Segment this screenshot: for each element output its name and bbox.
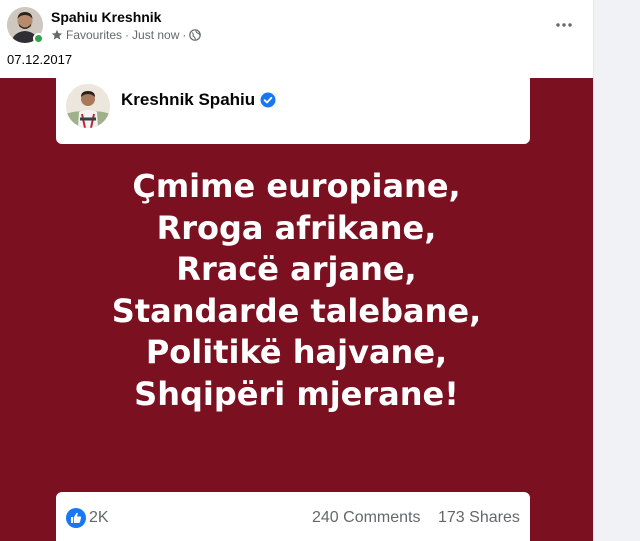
like-count: 2K bbox=[89, 509, 109, 526]
page: Spahiu Kreshnik Favourites · Just now · bbox=[0, 0, 640, 541]
like-thumb-icon bbox=[66, 508, 86, 528]
embedded-avatar bbox=[66, 84, 110, 128]
poster-line-3: Rracë arjane, bbox=[176, 250, 417, 288]
embedded-post-header: Kreshnik Spahiu bbox=[56, 78, 530, 144]
more-options-button[interactable] bbox=[549, 10, 579, 40]
verified-badge-icon bbox=[260, 92, 276, 108]
poster-line-2: Rroga afrikane, bbox=[156, 208, 437, 247]
meta-separator: · bbox=[125, 28, 130, 42]
poster-text: Çmime europiane, Rroga afrikane, Rracë a… bbox=[0, 166, 593, 415]
comments-count: 240 Comments bbox=[312, 509, 421, 526]
author-avatar-wrapper[interactable] bbox=[7, 7, 44, 44]
post-card: Spahiu Kreshnik Favourites · Just now · bbox=[0, 0, 593, 541]
post-header: Spahiu Kreshnik Favourites · Just now · bbox=[0, 0, 593, 50]
audience-label[interactable]: Favourites bbox=[66, 28, 122, 42]
post-meta: Favourites · Just now · bbox=[51, 28, 202, 42]
more-dots-icon bbox=[556, 23, 572, 27]
embedded-author: Kreshnik Spahiu bbox=[121, 90, 276, 110]
online-status-dot bbox=[33, 33, 44, 44]
post-image[interactable]: Kreshnik Spahiu Çmime europiane, Rroga a… bbox=[0, 78, 593, 541]
globe-icon bbox=[189, 29, 202, 41]
post-time[interactable]: Just now bbox=[132, 28, 179, 42]
post-text: 07.12.2017 bbox=[7, 52, 73, 67]
embedded-post-footer: 2K 240 Comments 173 Shares bbox=[56, 492, 530, 541]
embedded-author-name: Kreshnik Spahiu bbox=[121, 90, 256, 109]
poster-line-4: Standarde talebane, bbox=[111, 291, 482, 330]
star-icon bbox=[51, 29, 63, 40]
shares-count: 173 Shares bbox=[438, 509, 520, 526]
right-background-strip bbox=[593, 0, 640, 541]
poster-line-1: Çmime europiane, bbox=[132, 167, 461, 205]
poster-line-6: Shqipëri mjerane! bbox=[134, 374, 459, 413]
meta-separator-2: · bbox=[182, 28, 187, 42]
poster-line-5: Politikë hajvane, bbox=[145, 333, 448, 371]
author-name[interactable]: Spahiu Kreshnik bbox=[51, 9, 161, 25]
